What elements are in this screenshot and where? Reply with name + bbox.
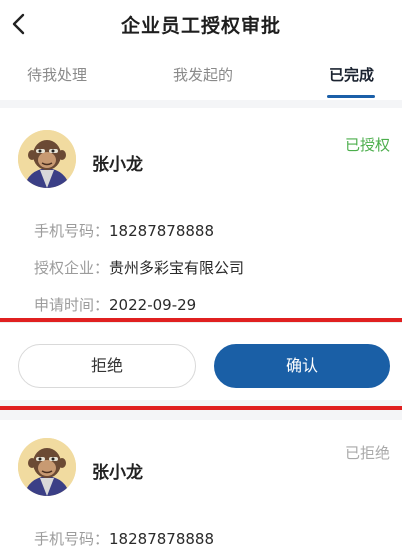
info-row-phone: 手机号码：18287878888: [34, 528, 214, 549]
applicant-name: 张小龙: [92, 155, 143, 175]
applicant-name: 张小龙: [92, 463, 143, 483]
info-row-date: 申请时间：2022-09-29: [34, 294, 196, 315]
info-row-company: 授权企业：贵州多彩宝有限公司: [34, 257, 244, 278]
phone-label: 手机号码：: [34, 222, 110, 240]
status-badge: 已拒绝: [344, 444, 390, 462]
tab-pending[interactable]: 待我处理: [27, 64, 87, 85]
page-title: 企业员工授权审批: [120, 15, 281, 37]
date-value: 2022-09-29: [109, 296, 197, 314]
info-row-phone: 手机号码：18287878888: [34, 220, 214, 241]
company-value: 贵州多彩宝有限公司: [109, 259, 245, 277]
phone-label: 手机号码：: [34, 530, 110, 548]
tab-completed[interactable]: 已完成: [329, 64, 374, 85]
tab-initiated[interactable]: 我发起的: [173, 64, 233, 85]
date-label: 申请时间：: [34, 296, 110, 314]
reject-button[interactable]: 拒绝: [18, 344, 196, 388]
confirm-button[interactable]: 确认: [214, 344, 390, 388]
phone-value: 18287878888: [109, 222, 214, 240]
avatar: [18, 130, 76, 188]
avatar: [18, 438, 76, 496]
top-bar: 企业员工授权审批: [0, 0, 402, 48]
tab-bar: 待我处理 我发起的 已完成: [0, 48, 402, 100]
phone-value: 18287878888: [109, 530, 214, 548]
active-tab-indicator: [327, 95, 375, 98]
approval-card: 张小龙 已拒绝 手机号码：18287878888: [0, 420, 402, 549]
approval-card: 张小龙 已授权 手机号码：18287878888 授权企业：贵州多彩宝有限公司 …: [0, 108, 402, 400]
highlight-frame-top: [0, 318, 402, 322]
highlight-frame-bottom: [0, 406, 402, 410]
company-label: 授权企业：: [34, 259, 110, 277]
divider: [0, 322, 402, 323]
status-badge: 已授权: [344, 136, 390, 154]
